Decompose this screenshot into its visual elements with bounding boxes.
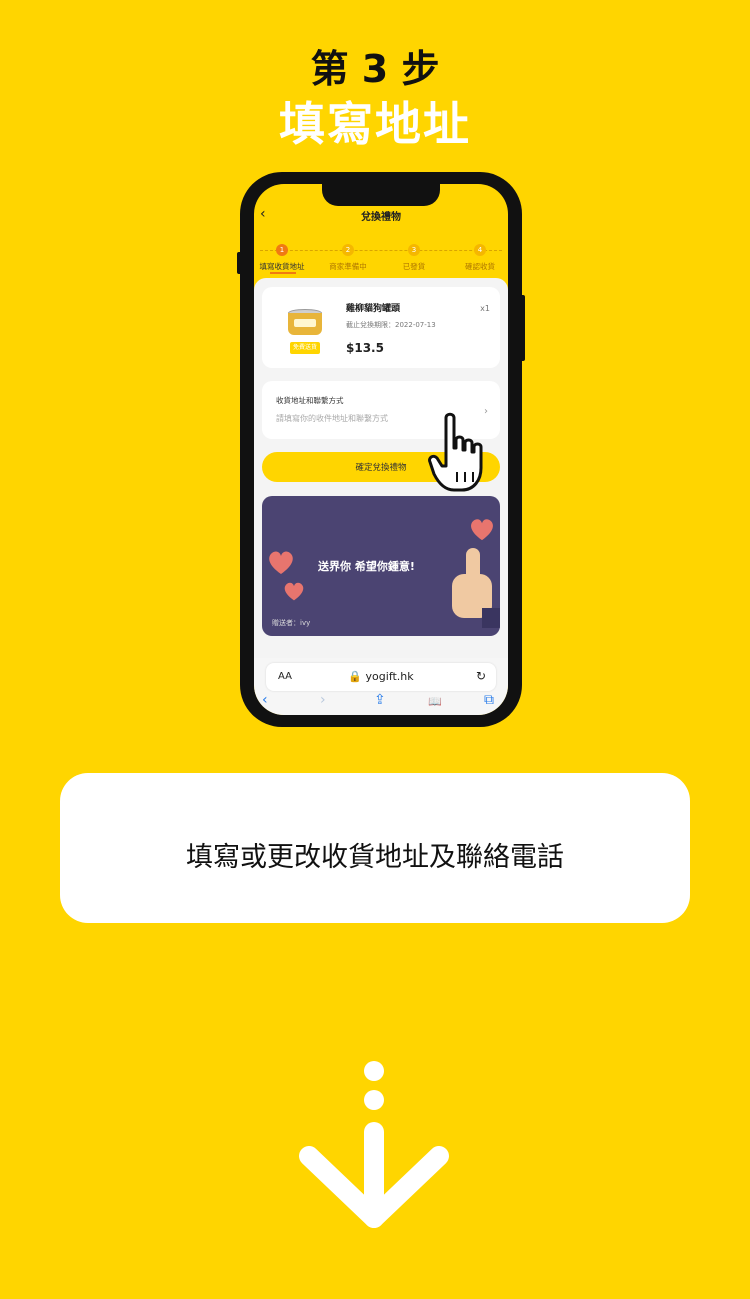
active-step-indicator (270, 272, 296, 274)
product-name: 雞柳貓狗罐頭 (346, 304, 401, 314)
gift-sender: 贈送者：ivy (272, 619, 311, 627)
browser-bar: AA 🔒 yogift.hk ↻ ‹ › ⇪ 📖 ⧉ (254, 658, 508, 715)
progress-step-1-dot: 1 (276, 244, 288, 256)
caption-text: 填寫或更改收貨地址及聯絡電話 (186, 842, 564, 873)
url-bar[interactable]: AA 🔒 yogift.hk ↻ (266, 663, 496, 691)
heart-icon (269, 551, 293, 574)
pointing-hand-icon (428, 412, 483, 492)
nav-title: 兌換禮物 (361, 212, 401, 223)
tabs-icon[interactable]: ⧉ (484, 692, 494, 708)
address-placeholder: 請填寫你的收件地址和聯繫方式 (276, 414, 388, 423)
bookmarks-icon[interactable]: 📖 (428, 695, 442, 708)
gift-message: 送界你 希望你鍾意! (318, 560, 415, 573)
thumbs-up-icon (452, 548, 500, 628)
progress-line (260, 250, 502, 251)
url-text: 🔒 yogift.hk (348, 670, 414, 683)
browser-forward-icon[interactable]: › (320, 692, 326, 708)
progress-step-3-dot: 3 (408, 244, 420, 256)
progress-step-2-dot: 2 (342, 244, 354, 256)
browser-back-icon[interactable]: ‹ (262, 692, 268, 708)
product-price: $13.5 (346, 341, 384, 355)
address-label: 收貨地址和聯繫方式 (276, 396, 344, 405)
caption-card: 填寫或更改收貨地址及聯絡電話 (60, 773, 690, 923)
phone-notch (322, 184, 440, 206)
progress-step-2-label: 商家準備中 (329, 262, 367, 271)
delivery-tag: 免費送貨 (290, 342, 321, 354)
step-title: 填寫地址 (279, 97, 471, 151)
progress-step-4-label: 確認收貨 (465, 262, 495, 271)
progress-step-1-label: 填寫收貨地址 (259, 262, 305, 271)
progress-step-4-dot: 4 (474, 244, 486, 256)
gift-message-card: 送界你 希望你鍾意! 贈送者：ivy (262, 496, 500, 636)
reload-icon[interactable]: ↻ (476, 669, 486, 683)
share-icon[interactable]: ⇪ (374, 692, 386, 708)
product-quantity: x1 (480, 304, 490, 313)
step-number: 第 3 步 (310, 47, 440, 91)
product-image (288, 309, 322, 339)
product-deadline: 截止兌換期限：2022-07-13 (346, 321, 436, 329)
product-card: 免費送貨 雞柳貓狗罐頭 截止兌換期限：2022-07-13 $13.5 x1 (262, 287, 500, 368)
scroll-down-arrow-icon (299, 1061, 449, 1228)
progress-step-3-label: 已發貨 (402, 262, 426, 271)
heart-icon (284, 582, 304, 601)
heart-icon (471, 519, 493, 541)
